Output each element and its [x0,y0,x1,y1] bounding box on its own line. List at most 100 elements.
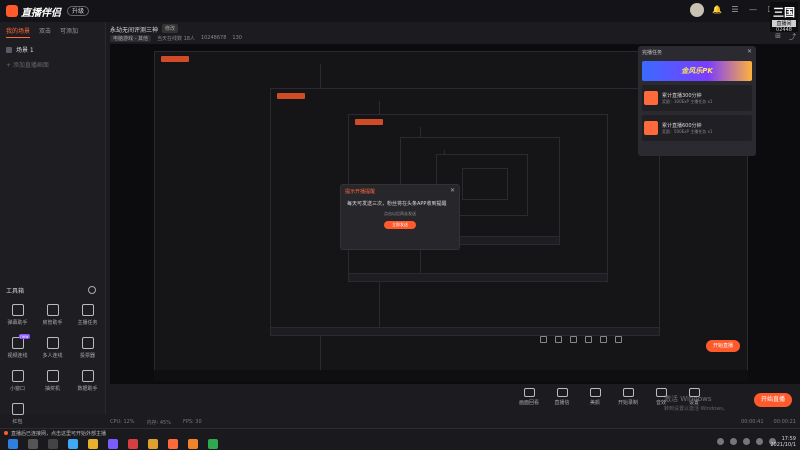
cpu-usage: CPU: 12% [110,419,135,425]
clock[interactable]: 17:59 2021/10/1 [770,436,796,448]
mirror-bar [349,273,607,281]
gear-icon [615,336,622,343]
app-icon[interactable] [108,439,118,449]
system-tray [717,438,776,445]
record-icon [622,388,634,397]
fire-count: 130 [232,35,242,41]
modal-later-link[interactable]: 点击以后再去发送 [341,211,459,217]
tool-lottery[interactable]: 抽奖机 [35,370,70,392]
toolbox-grid: 弹幕助手 房管助手 主播任务 new 视频连线 多人连线 投票器 小窗口 抽奖机 … [0,304,106,425]
mirror-logo [161,56,189,62]
screen-icon [523,388,535,397]
mirror-action [615,336,622,343]
minimize-icon[interactable]: — [748,5,758,15]
send-now-button[interactable]: 立即发送 [384,221,416,229]
tool-room-admin[interactable]: 房管助手 [35,304,70,326]
layout-icon[interactable]: ⊞ [775,32,781,42]
logo-icon [6,5,18,17]
app-icon[interactable] [148,439,158,449]
sound-icon [600,336,607,343]
gift-icon [46,370,59,382]
window-icon [11,370,24,382]
close-icon[interactable]: ✕ [450,187,455,194]
task-card[interactable]: 累计直播300分钟 奖励：300ExP 主播任务 x1 [642,85,752,111]
action-mic[interactable]: 直播信 [551,388,573,406]
explorer-icon[interactable] [68,439,78,449]
notice-icon [4,431,8,435]
toolbox-settings-icon[interactable] [88,286,96,294]
task-popup: 完播任务 ✕ 金风乐PK 累计直播300分钟 奖励：300ExP 主播任务 x1 … [638,46,756,156]
add-source-button[interactable]: + 添加直播画面 [0,57,105,72]
tool-tasks[interactable]: 主播任务 [70,304,105,326]
left-panel: 我的场景 双击 可添加 场景 1 + 添加直播画面 工具箱 弹幕助手 房管助手 … [0,22,106,425]
eye-icon[interactable] [6,46,12,53]
tool-small-window[interactable]: 小窗口 [0,370,35,392]
upgrade-badge[interactable]: 升级 [67,6,90,16]
chart-icon [81,370,94,382]
tool-video-link[interactable]: new 视频连线 [0,334,35,359]
task-card[interactable]: 累计直播600分钟 奖励：500ExP 主播任务 x1 [642,115,752,141]
record-timer: 00:00:21 [773,419,796,425]
stream-preview[interactable]: 完播任务 ✕ 金风乐PK 累计直播300分钟 奖励：300ExP 主播任务 x1 … [110,44,800,384]
modal-text: 每天可发送三次，粉丝将在头条APP收到提醒 [347,201,447,207]
tool-data[interactable]: 数据助手 [70,370,105,392]
screen-icon [540,336,547,343]
app-logo: 直播伴侣 [6,4,61,19]
wechat-icon[interactable] [208,439,218,449]
windows-taskbar: 直播后已连接网，点击这里可开始外部主播 17:59 2021/10/1 [0,428,800,450]
video-icon: new [11,334,30,349]
streaming-app-icon[interactable] [168,439,178,449]
start-live-button[interactable]: 开始直播 [754,393,792,407]
task-title: 累计直播600分钟 [662,122,702,129]
lightning-icon [644,91,658,105]
task-view-icon[interactable] [48,439,58,449]
record-icon [585,336,592,343]
action-beauty[interactable]: 美颜 [584,388,606,406]
notify-modal: 提示开播提醒 ✕ 每天可发送三次，粉丝将在头条APP收到提醒 点击以后再去发送 … [340,184,460,250]
task-icon [81,304,94,316]
menu-icon[interactable]: ☰ [730,5,740,15]
beauty-icon [570,336,577,343]
tray-icon[interactable] [730,438,737,445]
avatar[interactable] [690,3,704,17]
live-timer: 00:00:41 [741,419,764,425]
mirror-action [600,336,607,343]
taskbar-apps [8,439,218,449]
scene-item[interactable]: 场景 1 [0,42,105,57]
app-icon[interactable] [188,439,198,449]
windows-watermark: 激活 Windows [664,395,712,403]
action-record[interactable]: 开始录制 [617,388,639,406]
tool-multi-link[interactable]: 多人连线 [35,337,70,359]
tool-vote[interactable]: 投票器 [70,337,105,359]
pk-banner[interactable]: 金风乐PK [642,61,752,81]
category-chip[interactable]: 电脑游戏 - 其他 [110,35,151,42]
notice-text: 直播后已连接网，点击这里可开始外部主播 [11,430,107,437]
close-icon[interactable]: ✕ [747,48,752,55]
tray-icon[interactable] [717,438,724,445]
preview-recursion-6 [462,168,508,200]
tray-icon[interactable] [743,438,750,445]
edit-title-button[interactable]: 修改 [162,24,179,33]
folder-icon[interactable] [88,439,98,449]
action-screen[interactable]: 画面回看 [518,388,540,406]
task-reward: 奖励：300ExP 主播任务 x1 [662,98,713,104]
tool-redpack[interactable]: 红包 [0,403,35,425]
badge-title: 三国 [773,6,795,19]
network-icon[interactable] [756,438,763,445]
mirror-logo [277,93,305,99]
task-popup-title: 完播任务 [642,50,663,56]
bell-icon[interactable]: 🔔 [712,5,722,15]
notice-bar[interactable]: 直播后已连接网，点击这里可开始外部主播 [4,429,106,437]
share-icon[interactable]: ⤴ [789,32,796,42]
tool-danmaku[interactable]: 弹幕助手 [0,304,35,326]
mirror-live-button: 开始直播 [706,340,740,352]
mirror-bar [271,327,659,335]
windows-start-icon[interactable] [8,439,18,449]
tab-addable[interactable]: 可添加 [60,26,78,38]
tab-my-scenes[interactable]: 我的场景 [6,26,31,38]
mirror-action [570,336,577,343]
tab-double[interactable]: 双击 [39,26,51,38]
app-icon[interactable] [128,439,138,449]
task-reward: 奖励：500ExP 主播任务 x1 [662,128,713,134]
search-icon[interactable] [28,439,38,449]
